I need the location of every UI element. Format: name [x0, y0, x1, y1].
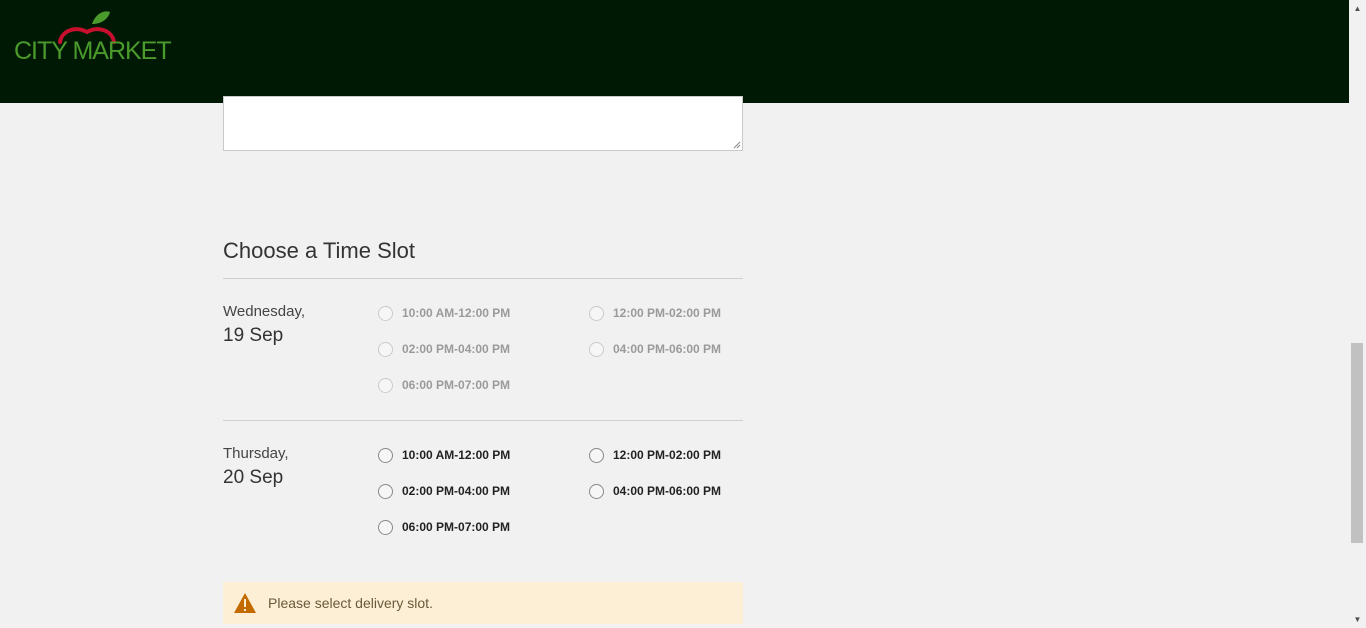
page-scrollbar[interactable]: ▲ ▼ [1349, 0, 1366, 628]
slot-label[interactable]: 04:00 PM-06:00 PM [613, 484, 721, 498]
slot-label[interactable]: 12:00 PM-02:00 PM [613, 448, 721, 462]
day-block-thursday: Thursday, 20 Sep 10:00 AM-12:00 PM 12:00… [223, 445, 743, 555]
scroll-up-arrow-icon[interactable]: ▲ [1349, 0, 1366, 17]
section-divider [223, 278, 743, 279]
day-name: Wednesday, [223, 303, 305, 320]
day-name: Thursday, [223, 445, 289, 462]
city-market-logo[interactable]: CITY MARKET [14, 10, 172, 66]
slot-radio-option[interactable]: 12:00 PM-02:00 PM [589, 445, 721, 465]
slot-label: 04:00 PM-06:00 PM [613, 342, 722, 356]
site-header: CITY MARKET [0, 0, 1349, 103]
time-slot-title: Choose a Time Slot [223, 238, 415, 263]
slot-radio-option[interactable]: 02:00 PM-04:00 PM [378, 481, 510, 501]
slot-label: 12:00 PM-02:00 PM [613, 306, 722, 320]
slot-label: 06:00 PM-07:00 PM [402, 378, 511, 392]
slot-radio-option: 02:00 PM-04:00 PM [378, 339, 510, 359]
logo-text: CITY MARKET [14, 37, 172, 65]
checkout-page: CITY MARKET Choose a Time Slot Wednesday… [0, 0, 1366, 628]
slot-radio-option[interactable]: 04:00 PM-06:00 PM [589, 481, 721, 501]
day-divider [223, 420, 743, 421]
radio-button [378, 305, 393, 321]
radio-button[interactable] [378, 519, 393, 535]
day-date: 20 Sep [223, 467, 284, 488]
slot-radio-option: 12:00 PM-02:00 PM [589, 303, 721, 323]
warning-icon [234, 593, 256, 613]
slot-label[interactable]: 02:00 PM-04:00 PM [402, 484, 510, 498]
radio-button [589, 305, 604, 321]
radio-button[interactable] [378, 483, 393, 499]
day-block-wednesday: Wednesday, 19 Sep 10:00 AM-12:00 PM 12:0… [223, 303, 743, 413]
slot-radio-option: 10:00 AM-12:00 PM [378, 303, 510, 323]
alert-message: Please select delivery slot. [268, 595, 433, 611]
resize-grip-icon[interactable] [733, 141, 741, 149]
slot-radio-option[interactable]: 06:00 PM-07:00 PM [378, 517, 510, 537]
slot-label[interactable]: 10:00 AM-12:00 PM [402, 448, 510, 462]
slot-label[interactable]: 06:00 PM-07:00 PM [402, 520, 510, 534]
slot-label: 10:00 AM-12:00 PM [402, 306, 511, 320]
slot-radio-option: 04:00 PM-06:00 PM [589, 339, 721, 359]
slot-radio-option[interactable]: 10:00 AM-12:00 PM [378, 445, 510, 465]
radio-button[interactable] [378, 447, 393, 463]
radio-button [378, 377, 393, 393]
day-date: 19 Sep [223, 325, 284, 346]
scroll-down-arrow-icon[interactable]: ▼ [1349, 611, 1366, 628]
order-notes-textarea[interactable] [223, 96, 743, 151]
radio-button [378, 341, 393, 357]
radio-button[interactable] [589, 447, 604, 463]
delivery-slot-alert: Please select delivery slot. [223, 582, 743, 624]
radio-button[interactable] [589, 483, 604, 499]
slot-radio-option: 06:00 PM-07:00 PM [378, 375, 510, 395]
radio-button [589, 341, 604, 357]
scrollbar-thumb[interactable] [1351, 343, 1363, 543]
slot-label: 02:00 PM-04:00 PM [402, 342, 511, 356]
